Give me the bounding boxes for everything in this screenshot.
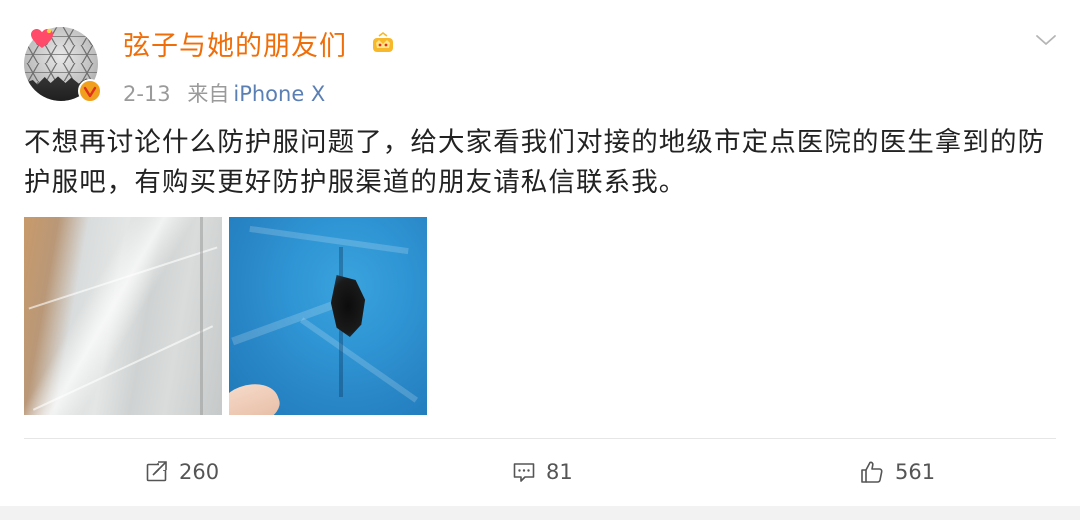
repost-button[interactable]: 260 bbox=[145, 458, 219, 486]
like-button[interactable]: 561 bbox=[859, 458, 935, 486]
post-meta: 2-13 来自 iPhone X bbox=[123, 78, 325, 108]
fabric-fold bbox=[299, 317, 419, 403]
heart-icon bbox=[31, 28, 53, 48]
comment-button[interactable]: 81 bbox=[512, 458, 573, 486]
feed-separator bbox=[0, 506, 1080, 520]
comment-icon bbox=[513, 463, 535, 482]
divider bbox=[24, 438, 1056, 439]
repost-count: 260 bbox=[179, 460, 220, 484]
comment-count: 81 bbox=[546, 460, 573, 484]
wrap-highlight bbox=[28, 246, 218, 310]
post-image-2[interactable] bbox=[229, 217, 427, 415]
fabric-tear bbox=[330, 275, 366, 337]
post-image-1[interactable] bbox=[24, 217, 222, 415]
repost-icon bbox=[146, 461, 168, 482]
wrap-highlight bbox=[32, 325, 214, 411]
weibo-post: 弦子与她的朋友们 2-13 来自 iPhone X 不想再讨论什么防护服问题了，给… bbox=[0, 0, 1080, 520]
thumbs-up-icon bbox=[861, 461, 883, 483]
source-prefix: 来自 bbox=[187, 82, 230, 106]
finger bbox=[229, 375, 285, 415]
author-name[interactable]: 弦子与她的朋友们 bbox=[123, 24, 347, 63]
like-count: 561 bbox=[895, 460, 936, 484]
post-text: 不想再讨论什么防护服问题了，给大家看我们对接的地级市定点医院的医生拿到的防护服吧… bbox=[24, 127, 1046, 198]
package-seam bbox=[200, 217, 203, 415]
post-source[interactable]: iPhone X bbox=[233, 82, 325, 106]
crown-icon[interactable] bbox=[371, 32, 395, 56]
post-date: 2-13 bbox=[123, 82, 171, 106]
fabric-fold bbox=[249, 225, 409, 255]
verified-badge-icon bbox=[78, 79, 102, 103]
chevron-down-icon[interactable] bbox=[1034, 30, 1058, 50]
